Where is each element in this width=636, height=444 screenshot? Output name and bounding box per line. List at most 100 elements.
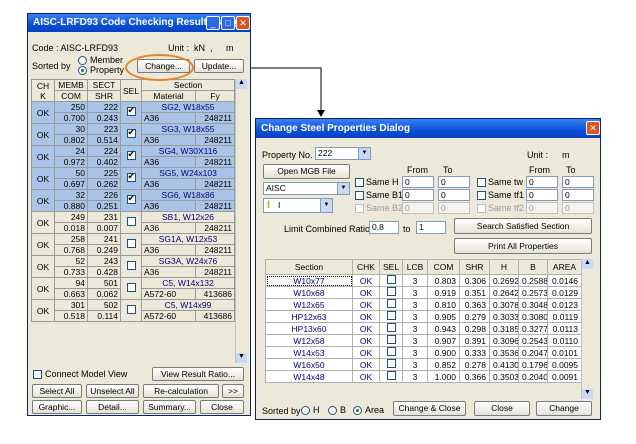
row-sel[interactable]: [379, 322, 403, 335]
same-h-from-input[interactable]: 0: [402, 176, 434, 188]
scroll-down-icon[interactable]: ▼: [582, 389, 593, 399]
row-b: 0.3048: [518, 298, 548, 311]
scroll-up-icon[interactable]: ▲: [582, 259, 593, 269]
row-lcb: 3: [402, 274, 428, 287]
row-sel-checkbox[interactable]: [386, 371, 396, 380]
row-sel[interactable]: [379, 358, 403, 371]
row-lcb: 3: [402, 298, 428, 311]
row-section: W14x48: [265, 370, 353, 383]
table-row[interactable]: W14x48 OK 3 1.000 0.366 0.3503 0.2040 0.0091: [265, 370, 582, 383]
same-b2-to-input[interactable]: 0: [438, 202, 470, 214]
property-no-label: Property No.: [262, 150, 313, 160]
same-b1-from-input[interactable]: 0: [402, 189, 434, 201]
chevron-down-icon[interactable]: ▼: [358, 148, 370, 159]
header-chk[interactable]: CHK: [352, 259, 380, 275]
row-shr: 0.366: [459, 370, 490, 383]
close-icon[interactable]: ✕: [586, 121, 600, 135]
print-all-properties-button[interactable]: Print All Properties: [454, 238, 592, 254]
header-area[interactable]: AREA: [547, 259, 582, 275]
header-lcb[interactable]: LCB: [402, 259, 428, 275]
same-h-to-input[interactable]: 0: [438, 176, 470, 188]
row-sel[interactable]: [379, 298, 403, 311]
same-tf1-checkbox[interactable]: [477, 191, 486, 200]
sections-table-scrollbar[interactable]: ▲ ▼: [581, 259, 593, 399]
header-com[interactable]: COM: [427, 259, 460, 275]
same-b1-checkbox[interactable]: [355, 191, 364, 200]
header-section[interactable]: Section: [265, 259, 353, 275]
row-com: 0.803: [427, 274, 460, 287]
row-shr: 0.333: [459, 346, 490, 359]
sort-area-radio[interactable]: [353, 406, 362, 415]
row-b: 0.2040: [518, 370, 548, 383]
row-h: 0.3078: [489, 298, 519, 311]
right-dialog-titlebar[interactable]: Change Steel Properties Dialog: [256, 119, 600, 138]
to-label-1: To: [443, 165, 453, 175]
limit-from-input[interactable]: 0.8: [369, 221, 399, 234]
same-tw-to-input[interactable]: 0: [562, 176, 594, 188]
row-area: 0.0119: [547, 310, 582, 323]
shape-value: I: [278, 200, 281, 210]
property-no-select[interactable]: 222 ▼: [315, 147, 371, 160]
shape-select[interactable]: I I ▼: [263, 198, 333, 213]
row-sel[interactable]: [379, 310, 403, 323]
row-sel[interactable]: [379, 370, 403, 383]
change-and-close-button[interactable]: Change & Close: [393, 401, 466, 416]
row-sel-checkbox[interactable]: [386, 287, 396, 296]
same-tf1-to-input[interactable]: 0: [562, 189, 594, 201]
row-h: 0.3096: [489, 334, 519, 347]
row-sel[interactable]: [379, 274, 403, 287]
sections-table: Section CHK SEL LCB COM SHR H B AREA W10…: [265, 259, 582, 383]
database-select[interactable]: AISC ▼: [263, 182, 350, 195]
row-sel-checkbox[interactable]: [386, 275, 396, 284]
row-sel-checkbox[interactable]: [386, 311, 396, 320]
same-b2-from-input[interactable]: 0: [402, 202, 434, 214]
sort-b-radio[interactable]: [328, 406, 337, 415]
sort-h-radio[interactable]: [301, 406, 310, 415]
table-row[interactable]: W10x68 OK 3 0.919 0.351 0.2642 0.2573 0.0129: [265, 286, 582, 299]
row-b: 0.2543: [518, 334, 548, 347]
from-label-1: From: [407, 165, 428, 175]
header-h[interactable]: H: [489, 259, 519, 275]
row-h: 0.2642: [489, 286, 519, 299]
change-button[interactable]: Change: [536, 401, 592, 416]
same-tw-checkbox[interactable]: [477, 178, 486, 187]
header-shr[interactable]: SHR: [459, 259, 490, 275]
table-row[interactable]: W16x50 OK 3 0.852 0.278 0.4130 0.1796 0.0095: [265, 358, 582, 371]
table-row[interactable]: W12x65 OK 3 0.810 0.363 0.3078 0.3048 0.0123: [265, 298, 582, 311]
table-row[interactable]: W10x77 OK 3 0.803 0.306 0.2692 0.2588 0.0146: [265, 274, 582, 287]
row-sel-checkbox[interactable]: [386, 323, 396, 332]
same-h-checkbox[interactable]: [355, 178, 364, 187]
row-sel[interactable]: [379, 346, 403, 359]
same-tw-from-input[interactable]: 0: [526, 176, 558, 188]
chevron-down-icon[interactable]: ▼: [320, 199, 332, 212]
same-b1-to-input[interactable]: 0: [438, 189, 470, 201]
row-sel-checkbox[interactable]: [386, 347, 396, 356]
row-sel-checkbox[interactable]: [386, 359, 396, 368]
row-chk: OK: [352, 274, 380, 287]
row-b: 0.2573: [518, 286, 548, 299]
row-sel[interactable]: [379, 334, 403, 347]
row-h: 0.3503: [489, 370, 519, 383]
same-tf2-from-input[interactable]: 0: [526, 202, 558, 214]
table-row[interactable]: W12x58 OK 3 0.907 0.391 0.3096 0.2543 0.0110: [265, 334, 582, 347]
row-h: 0.2692: [489, 274, 519, 287]
header-b[interactable]: B: [518, 259, 548, 275]
row-area: 0.0113: [547, 322, 582, 335]
table-row[interactable]: HP12x63 OK 3 0.905 0.279 0.3033 0.3080 0.0119: [265, 310, 582, 323]
table-row[interactable]: HP13x60 OK 3 0.943 0.298 0.3185 0.3277 0.0113: [265, 322, 582, 335]
header-sel[interactable]: SEL: [379, 259, 403, 275]
search-satisfied-section-button[interactable]: Search Satisfied Section: [454, 218, 592, 234]
row-sel-checkbox[interactable]: [386, 335, 396, 344]
limit-to-input[interactable]: 1: [416, 221, 446, 234]
same-b2-checkbox[interactable]: [355, 204, 364, 213]
row-sel[interactable]: [379, 286, 403, 299]
row-section: HP12x63: [265, 310, 353, 323]
close-button[interactable]: Close: [474, 401, 530, 416]
same-tf2-checkbox[interactable]: [477, 204, 486, 213]
row-sel-checkbox[interactable]: [386, 299, 396, 308]
chevron-down-icon[interactable]: ▼: [337, 183, 349, 194]
same-tf1-from-input[interactable]: 0: [526, 189, 558, 201]
open-mgb-file-button[interactable]: Open MGB File: [263, 164, 350, 179]
same-tf2-to-input[interactable]: 0: [562, 202, 594, 214]
table-row[interactable]: W14x53 OK 3 0.900 0.333 0.3536 0.2047 0.0101: [265, 346, 582, 359]
